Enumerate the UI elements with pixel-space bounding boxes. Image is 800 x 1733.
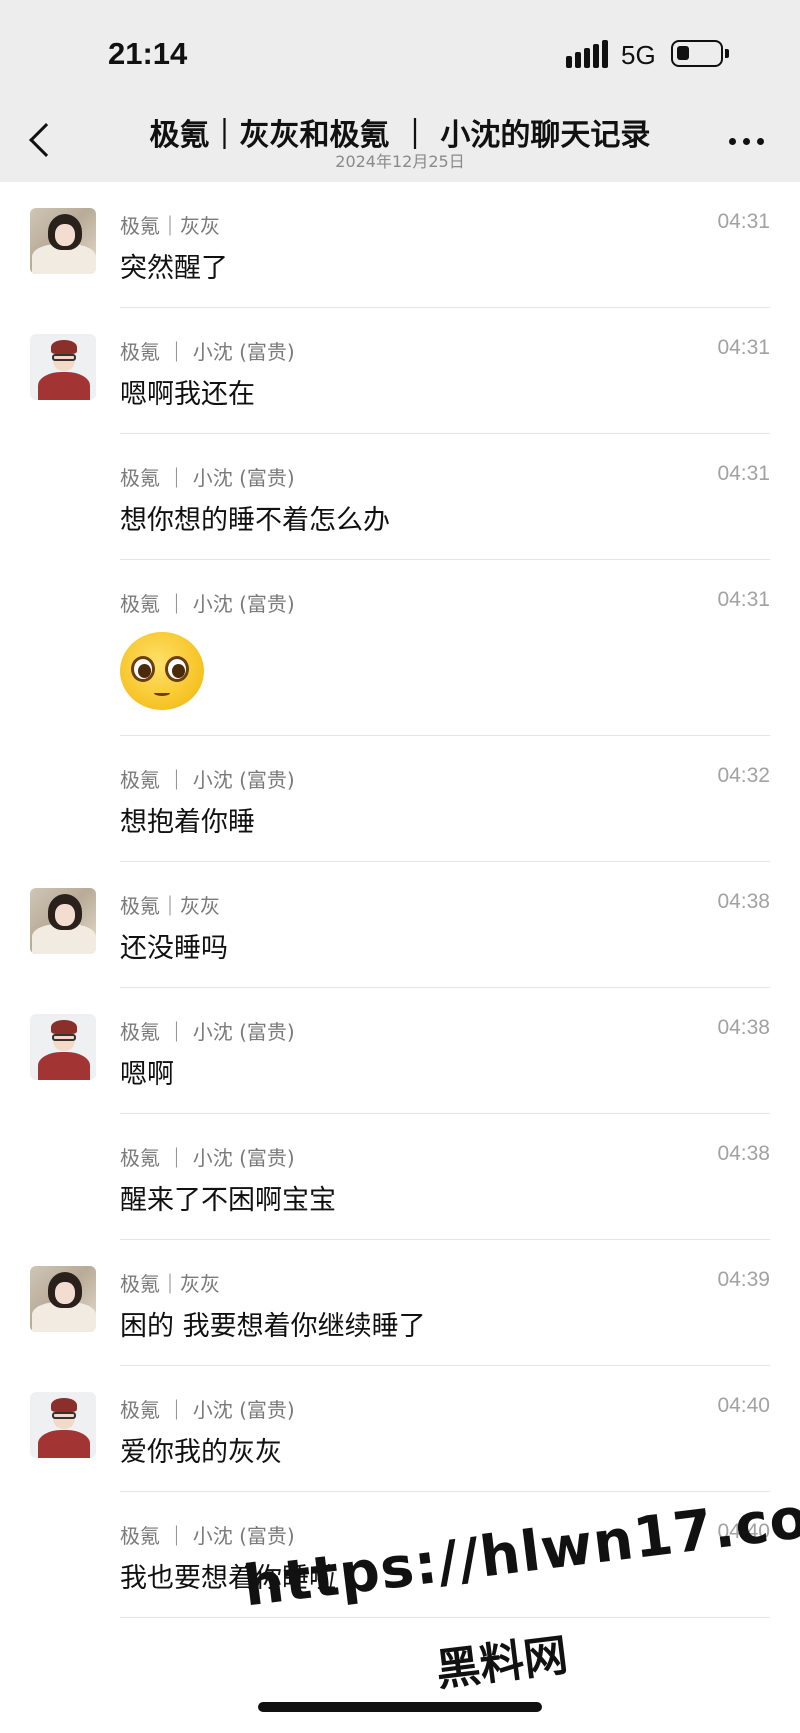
sender-name: 极氪 ｜ 小沈 (富贵) <box>120 340 295 364</box>
status-time: 21:14 <box>108 36 188 71</box>
message-time: 04:38 <box>717 1142 770 1165</box>
message-item[interactable]: 极氪 ｜ 小沈 (富贵) 04:38 醒来了不困啊宝宝 <box>0 1114 800 1240</box>
sender-name: 极氪｜灰灰 <box>120 894 220 918</box>
message-text: 嗯啊 <box>120 1059 174 1090</box>
avatar[interactable] <box>30 888 96 954</box>
message-text: 醒来了不困啊宝宝 <box>120 1185 336 1216</box>
avatar[interactable] <box>30 1014 96 1080</box>
message-time: 04:31 <box>717 336 770 359</box>
message-text: 嗯啊我还在 <box>120 379 255 410</box>
nav-bar: 极氪｜灰灰和极氪 ｜ 小沈的聊天记录 2024年12月25日 <box>0 100 800 182</box>
sender-name: 极氪 ｜ 小沈 (富贵) <box>120 1398 295 1422</box>
message-item[interactable]: 极氪｜灰灰 04:39 困的 我要想着你继续睡了 <box>0 1240 800 1366</box>
message-item[interactable]: 极氪 ｜ 小沈 (富贵) 04:31 想你想的睡不着怎么办 <box>0 434 800 560</box>
sender-name: 极氪 ｜ 小沈 (富贵) <box>120 1146 295 1170</box>
avatar[interactable] <box>30 1392 96 1458</box>
status-bar: 21:14 5G <box>0 0 800 100</box>
message-item[interactable]: 极氪｜灰灰 04:31 突然醒了 <box>0 182 800 308</box>
message-text: 还没睡吗 <box>120 933 228 964</box>
message-text: 想你想的睡不着怎么办 <box>120 505 390 536</box>
battery-icon <box>671 40 729 67</box>
avatar[interactable] <box>30 1266 96 1332</box>
message-text: 爱你我的灰灰 <box>120 1437 282 1468</box>
watermark-site-name: 黑料网 <box>433 1629 571 1697</box>
message-item[interactable]: 极氪 ｜ 小沈 (富贵) 04:31 嗯啊我还在 <box>0 308 800 434</box>
message-item[interactable]: 极氪｜灰灰 04:38 还没睡吗 <box>0 862 800 988</box>
message-text: 想抱着你睡 <box>120 807 255 838</box>
home-indicator[interactable] <box>258 1702 542 1712</box>
sender-name: 极氪｜灰灰 <box>120 1272 220 1296</box>
message-time: 04:40 <box>717 1394 770 1417</box>
message-text: 困的 我要想着你继续睡了 <box>120 1311 426 1342</box>
message-item[interactable]: 极氪 ｜ 小沈 (富贵) 04:40 爱你我的灰灰 <box>0 1366 800 1492</box>
pleading-face-emoji-icon <box>120 632 204 710</box>
chevron-left-icon[interactable] <box>29 123 63 157</box>
chat-history-list: 极氪｜灰灰 04:31 突然醒了 极氪 ｜ 小沈 (富贵) 04:31 嗯啊我还… <box>0 182 800 1618</box>
message-time: 04:32 <box>717 764 770 787</box>
message-time: 04:39 <box>717 1268 770 1291</box>
sender-name: 极氪｜灰灰 <box>120 214 220 238</box>
sender-name: 极氪 ｜ 小沈 (富贵) <box>120 1524 295 1548</box>
message-time: 04:31 <box>717 210 770 233</box>
message-item[interactable]: 极氪 ｜ 小沈 (富贵) 04:38 嗯啊 <box>0 988 800 1114</box>
divider <box>120 1617 770 1618</box>
more-dots-icon[interactable] <box>729 138 765 146</box>
message-item[interactable]: 极氪 ｜ 小沈 (富贵) 04:31 <box>0 560 800 736</box>
message-text: 突然醒了 <box>120 253 228 284</box>
sender-name: 极氪 ｜ 小沈 (富贵) <box>120 768 295 792</box>
signal-bars-icon <box>566 40 610 68</box>
message-time: 04:31 <box>717 588 770 611</box>
avatar[interactable] <box>30 208 96 274</box>
sender-name: 极氪 ｜ 小沈 (富贵) <box>120 466 295 490</box>
message-item[interactable]: 极氪 ｜ 小沈 (富贵) 04:32 想抱着你睡 <box>0 736 800 862</box>
message-time: 04:31 <box>717 462 770 485</box>
sender-name: 极氪 ｜ 小沈 (富贵) <box>120 1020 295 1044</box>
avatar[interactable] <box>30 334 96 400</box>
message-time: 04:38 <box>717 890 770 913</box>
sender-name: 极氪 ｜ 小沈 (富贵) <box>120 592 295 616</box>
message-time: 04:38 <box>717 1016 770 1039</box>
network-type: 5G <box>621 40 656 70</box>
chat-date: 2024年12月25日 <box>335 152 465 171</box>
